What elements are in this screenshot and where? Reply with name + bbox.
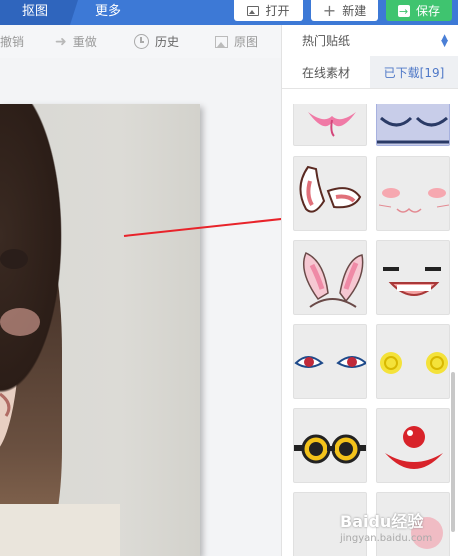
new-button[interactable]: + 新建 [311,0,378,21]
undo-label: 撤销 [0,35,25,49]
sticker-laughing-mouth[interactable] [376,240,450,315]
tab-downloaded[interactable]: 已下载[19] [370,56,458,88]
save-button-label: 保存 [415,3,440,18]
category-select[interactable]: 热门贴纸 ▲ ▼ [282,25,458,56]
sticker-goggles[interactable] [293,408,367,483]
redo-label: 重做 [72,35,97,49]
clock-icon [134,34,149,49]
sort-updown-icon: ▲ ▼ [441,32,448,49]
history-button[interactable]: 历史 [134,25,179,58]
sticker-yellow-swirl-eyes[interactable] [376,324,450,399]
new-button-label: 新建 [342,3,367,18]
edited-photo[interactable] [0,104,200,556]
tab-online-materials[interactable]: 在线素材 [282,56,370,88]
sticker-blue-glasses[interactable] [376,104,450,146]
sticker-pink-bunny-ears[interactable] [293,240,367,315]
tab-cutout[interactable]: 抠图 [0,0,78,25]
sticker-grid [293,104,451,556]
baidu-watermark: Baidu经验 jingyan.baidu.com [340,508,458,548]
history-label: 历史 [155,35,180,49]
save-icon [397,2,410,22]
tab-more[interactable]: 更多 [75,0,141,25]
sticker-clown-nose-mouth[interactable] [376,408,450,483]
original-button[interactable]: 原图 [215,25,258,58]
open-button-label: 打开 [265,3,290,18]
sticker-bunny-ears-outline[interactable] [293,156,367,231]
category-label: 热门贴纸 [302,34,351,48]
plus-icon: + [322,0,337,20]
sticker-blue-eyes[interactable] [293,324,367,399]
sticker-panel: 热门贴纸 ▲ ▼ 在线素材 已下载[19] [281,25,458,556]
edit-toolbar: 撤销 ➜ 重做 历史 原图 [0,25,281,58]
redo-arrow-icon: ➜ [55,33,67,50]
sticker-pink-bow[interactable] [293,104,367,146]
redo-button[interactable]: ➜ 重做 [55,25,97,58]
save-button[interactable]: 保存 [386,0,452,22]
sticker-blush-whiskers[interactable] [376,156,450,231]
open-button[interactable]: 打开 [234,0,303,21]
original-label: 原图 [234,35,259,49]
watermark-text: Baidu经验 [340,512,424,531]
top-bar: 抠图 更多 打开 + 新建 保存 [0,0,458,25]
watermark-subtext: jingyan.baidu.com [340,533,433,544]
sticker-tabs: 在线素材 已下载[19] [282,56,458,89]
picture-icon [215,35,228,48]
undo-button[interactable]: 撤销 [0,25,24,58]
image-icon [247,5,260,16]
